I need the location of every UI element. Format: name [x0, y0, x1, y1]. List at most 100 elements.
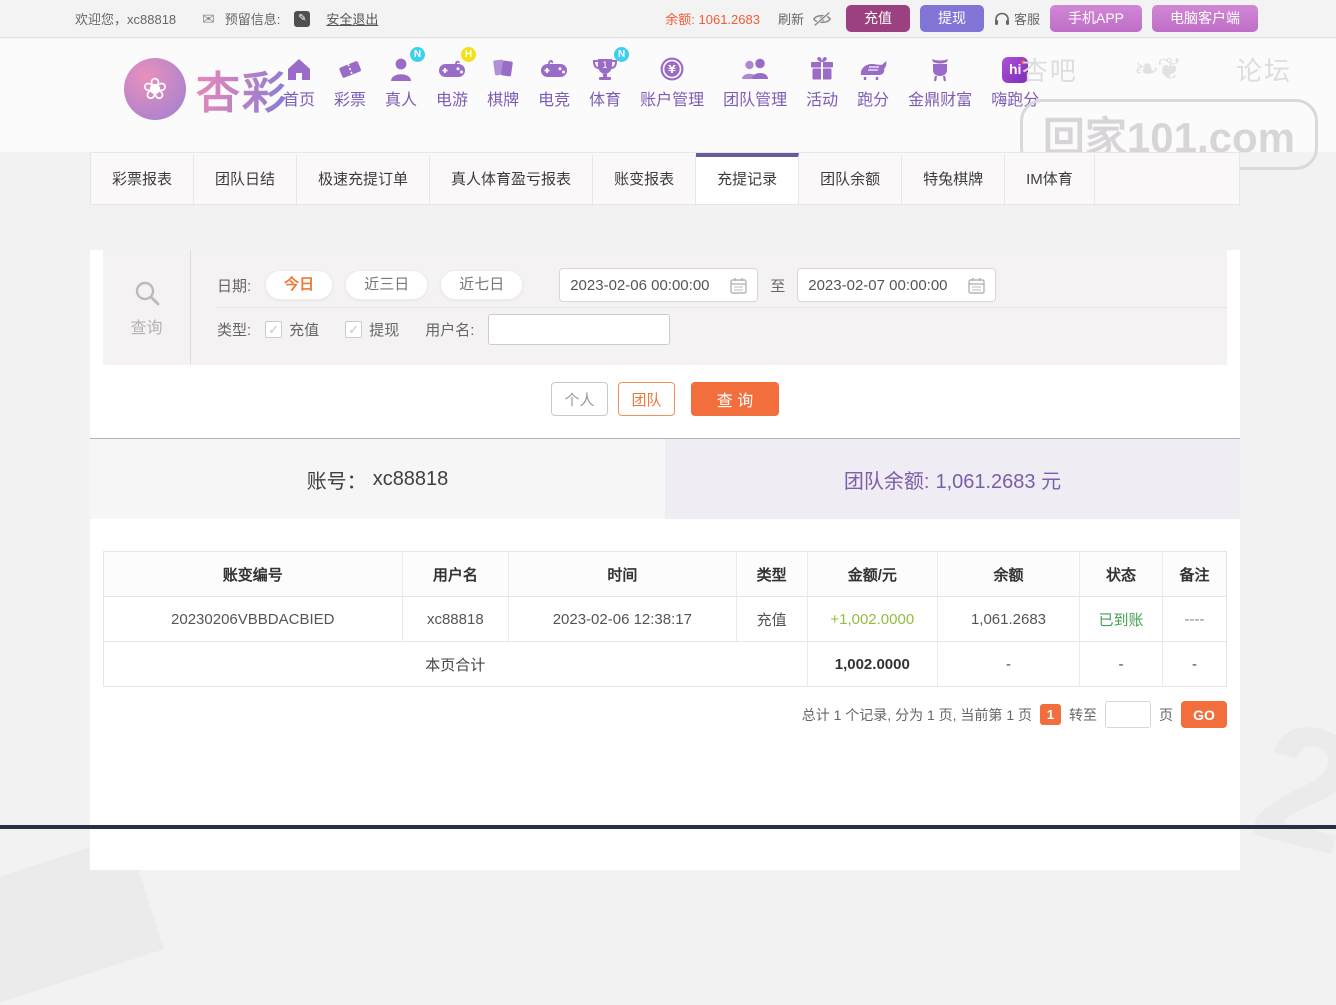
footer-bar: [0, 825, 1336, 829]
withdraw-checkbox-label: 提现: [369, 322, 400, 339]
nav-item-1[interactable]: 彩票: [334, 53, 366, 110]
nav-item-4[interactable]: 棋牌: [487, 53, 519, 110]
date-from-box[interactable]: [559, 268, 759, 302]
tab-1[interactable]: 团队日结: [194, 153, 298, 204]
ding-icon: [924, 53, 956, 83]
cell: 已到账: [1079, 596, 1163, 642]
tab-6[interactable]: 团队余额: [799, 153, 903, 204]
site-header: ❀ 杏彩 首页 彩票 N 真人 H 电游 棋牌 电竞 1 N 体育 ¥ 账户管理 团队管理 活动跑分 金鼎财富…: [0, 39, 1336, 170]
logo-text: 杏彩: [196, 57, 288, 121]
withdraw-checkbox[interactable]: ✓: [345, 321, 363, 338]
date-to-input[interactable]: [808, 276, 959, 294]
account-number: 账号： xc88818: [90, 439, 665, 519]
query-button[interactable]: 查 询: [691, 382, 779, 416]
nav-item-label: 团队管理: [723, 92, 788, 109]
account-strip: 账号： xc88818 团队余额: 1,061.2683 元: [90, 439, 1240, 519]
tab-5-active[interactable]: 充提记录: [696, 153, 800, 204]
username-label: 用户名:: [425, 322, 475, 339]
cell: 1,061.2683: [937, 596, 1081, 642]
svg-text:¥: ¥: [668, 63, 676, 76]
range-3days[interactable]: 近三日: [345, 270, 429, 300]
calendar-icon[interactable]: [730, 277, 747, 294]
records-table: 账变编号 用户名 时间 类型 金额/元 余额 状态 备注 20230206VBBDACBIED…: [103, 551, 1227, 687]
watermark-ornament-icon: ❧❦: [1133, 53, 1182, 86]
cell: ----: [1162, 596, 1227, 642]
watermark-background: 2: [1237, 684, 1336, 892]
personal-button[interactable]: 个人: [551, 382, 608, 416]
nav-item-label: 跑分: [857, 92, 890, 109]
nav-item-5[interactable]: 电竞: [538, 53, 570, 110]
date-filter-row: 日期: 今日 近三日 近七日 2023-02-06 00:00:00 至 202…: [217, 264, 1227, 308]
type-filter-row: 类型: ✓ 充值 ✓ 提现 用户名:: [217, 308, 1227, 352]
report-tabs: 彩票报表 团队日结 极速充提订单 真人体育盈亏报表 账变报表 充提记录 团队余额 特兔棋牌 IM…: [90, 152, 1240, 205]
goto-page-input[interactable]: [1105, 701, 1151, 728]
date-to-box[interactable]: [797, 268, 997, 302]
type-label: 类型:: [217, 322, 252, 339]
refresh-link[interactable]: 刷新: [778, 9, 804, 28]
svg-text:1: 1: [602, 61, 608, 71]
customer-service[interactable]: 客服: [994, 9, 1040, 28]
badge-n: N: [614, 47, 630, 62]
eye-off-icon[interactable]: [812, 10, 832, 27]
column-header: 时间: [508, 551, 737, 597]
summary-amount: 1,002.0000: [807, 641, 938, 687]
tab-2[interactable]: 极速充提订单: [297, 153, 431, 204]
pc-client-button[interactable]: 电脑客户端: [1152, 5, 1258, 32]
nav-item-label: 真人: [385, 92, 418, 109]
tab-0[interactable]: 彩票报表: [91, 153, 195, 204]
column-header: 用户名: [402, 551, 510, 597]
current-page-badge[interactable]: 1: [1040, 704, 1061, 725]
deposit-checkbox[interactable]: ✓: [265, 321, 283, 338]
range-7days[interactable]: 近七日: [440, 270, 524, 300]
team-button[interactable]: 团队: [618, 382, 675, 416]
logout-link[interactable]: 安全退出: [326, 9, 378, 28]
username-input[interactable]: [488, 314, 671, 345]
trophy-icon: 1N: [589, 47, 630, 83]
deposit-button[interactable]: 充值: [845, 5, 910, 32]
rhino-icon: [857, 53, 889, 83]
topbar: 欢迎您，xc88818 ✉ 预留信息: ✎ 安全退出 余额: 1061.2683…: [0, 0, 1336, 38]
goto-label: 转至: [1069, 706, 1097, 723]
tab-3[interactable]: 真人体育盈亏报表: [430, 153, 594, 204]
nav-item-0[interactable]: 首页: [283, 53, 315, 110]
watermark-forum: 杏吧 ❧❦ 论坛: [1021, 53, 1292, 86]
column-header: 类型: [736, 551, 808, 597]
live-icon: N: [385, 47, 426, 83]
range-today[interactable]: 今日: [265, 270, 334, 300]
balance-text: 余额: 1061.2683: [665, 12, 760, 27]
nav-item-7[interactable]: ¥ 账户管理: [640, 53, 704, 110]
coin-icon: ¥: [656, 53, 688, 83]
search-icon: [135, 281, 159, 305]
nav-item-3[interactable]: H 电游: [436, 47, 477, 110]
nav-item-label: 金鼎财富: [908, 92, 973, 109]
nav-item-12[interactable]: hi 嗨跑分: [991, 53, 1039, 110]
withdraw-button[interactable]: 提现: [919, 5, 984, 32]
deposit-checkbox-label: 充值: [289, 322, 320, 339]
tab-7[interactable]: 特兔棋牌: [902, 153, 1006, 204]
site-logo[interactable]: ❀ 杏彩: [124, 57, 288, 121]
mobile-app-button[interactable]: 手机APP: [1049, 5, 1142, 32]
nav-item-2[interactable]: N 真人: [385, 47, 426, 110]
reserved-info-label: 预留信息:: [224, 12, 281, 27]
cards-icon: [487, 53, 519, 83]
go-button[interactable]: GO: [1181, 701, 1227, 728]
edit-icon[interactable]: ✎: [294, 10, 311, 27]
nav-item-label: 账户管理: [640, 92, 705, 109]
mail-icon[interactable]: ✉: [202, 10, 215, 28]
column-header: 账变编号: [103, 551, 403, 597]
nav-item-11[interactable]: 金鼎财富: [908, 53, 972, 110]
tab-4[interactable]: 账变报表: [593, 153, 697, 204]
nav-item-6[interactable]: 1 N 体育: [589, 47, 630, 110]
gamepad-icon: H: [436, 47, 477, 83]
nav-item-10[interactable]: 跑分: [857, 53, 889, 110]
summary-row: 本页合计 1,002.0000 - - -: [103, 641, 1227, 687]
nav-item-9[interactable]: 活动: [806, 53, 838, 110]
nav-item-8[interactable]: 团队管理: [723, 53, 787, 110]
welcome-text: 欢迎您，xc88818: [75, 12, 177, 27]
main-panel: 查询 日期: 今日 近三日 近七日 2023-02-06 00:00:00 至 …: [90, 250, 1240, 870]
summary-label: 本页合计: [103, 641, 808, 687]
tab-8[interactable]: IM体育: [1005, 153, 1095, 204]
team-icon: [739, 53, 771, 83]
calendar-icon[interactable]: [968, 277, 985, 294]
date-from-input[interactable]: [570, 276, 721, 294]
